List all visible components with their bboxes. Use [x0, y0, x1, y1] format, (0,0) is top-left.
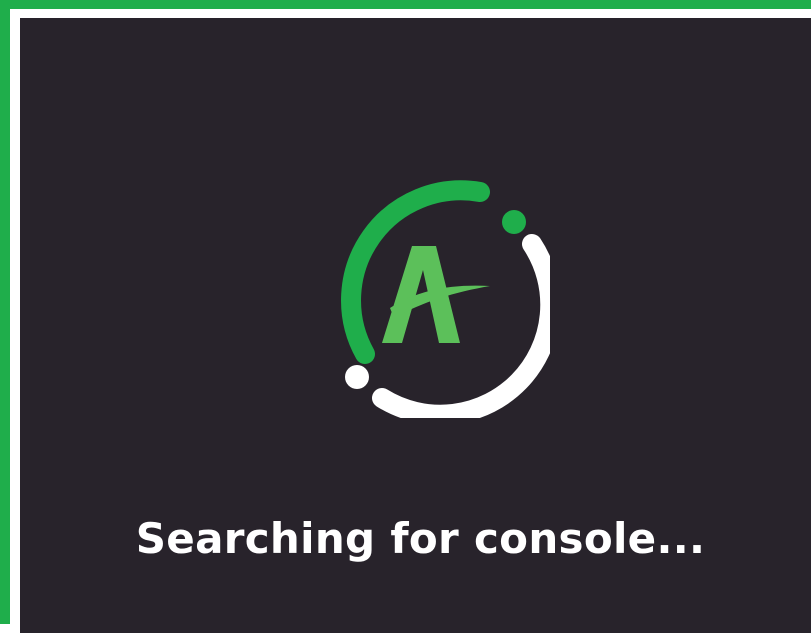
loading-screen: Searching for console...	[20, 18, 811, 633]
loading-spinner-icon	[341, 180, 550, 418]
app-logo-icon	[382, 246, 490, 343]
window-frame: Searching for console...	[0, 0, 811, 633]
status-text: Searching for console...	[135, 514, 706, 563]
spinner-white-dot	[345, 365, 369, 389]
spinner-green-dot	[502, 210, 526, 234]
